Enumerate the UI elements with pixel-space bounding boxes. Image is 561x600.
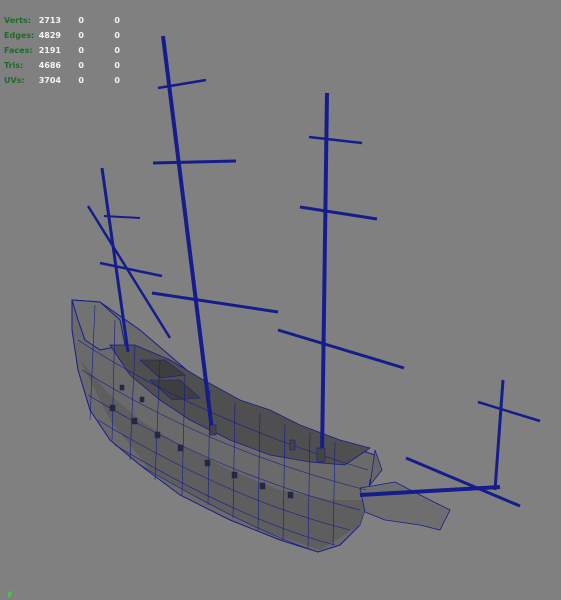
hud-value-faces-other: 0 [114,46,120,55]
hud-label-tris: Tris: [4,61,24,70]
hud-label-uvs: UVs: [4,76,25,85]
hud-label-edges: Edges: [4,31,35,40]
hud-row-faces: Faces: 2191 0 0 [4,43,134,58]
fore-mast [320,92,329,459]
modeling-viewport[interactable]: Verts: 2713 0 0 Edges: 4829 0 0 Faces: 2… [0,0,561,600]
fore-yard-low [277,328,405,370]
main-yard-mid [152,159,237,165]
main-yard-top [157,78,207,90]
hud-value-uvs-total: 3704 [38,76,61,85]
hud-value-tris-total: 4686 [38,61,61,70]
view-axis-indicator: y [7,589,13,598]
hud-value-verts-selected: 0 [78,16,84,25]
main-yard-low [151,291,279,314]
hud-value-faces-total: 2191 [38,46,61,55]
hud-row-edges: Edges: 4829 0 0 [4,28,134,43]
hud-value-verts-total: 2713 [38,16,61,25]
hud-value-edges-other: 0 [114,31,120,40]
ship-hull[interactable] [71,299,451,553]
hud-value-uvs-selected: 0 [78,76,84,85]
hud-value-edges-total: 4829 [38,31,61,40]
hud-row-uvs: UVs: 3704 0 0 [4,73,134,88]
fore-yard-mid [299,205,378,221]
hud-value-faces-selected: 0 [78,46,84,55]
hud-value-edges-selected: 0 [78,31,84,40]
hud-value-verts-other: 0 [114,16,120,25]
bowsprit-yard-top [477,400,541,423]
ship-wireframe-model[interactable] [0,0,561,600]
hud-label-verts: Verts: [4,16,31,25]
hud-value-uvs-other: 0 [114,76,120,85]
hud-value-tris-selected: 0 [78,61,84,70]
fore-yard-top [308,135,363,145]
hud-label-faces: Faces: [4,46,33,55]
hud-value-tris-other: 0 [114,61,120,70]
hud-row-tris: Tris: 4686 0 0 [4,58,134,73]
bowsprit-mast [493,379,505,491]
hud-row-verts: Verts: 2713 0 0 [4,13,134,28]
poly-count-hud: Verts: 2713 0 0 Edges: 4829 0 0 Faces: 2… [4,13,134,88]
